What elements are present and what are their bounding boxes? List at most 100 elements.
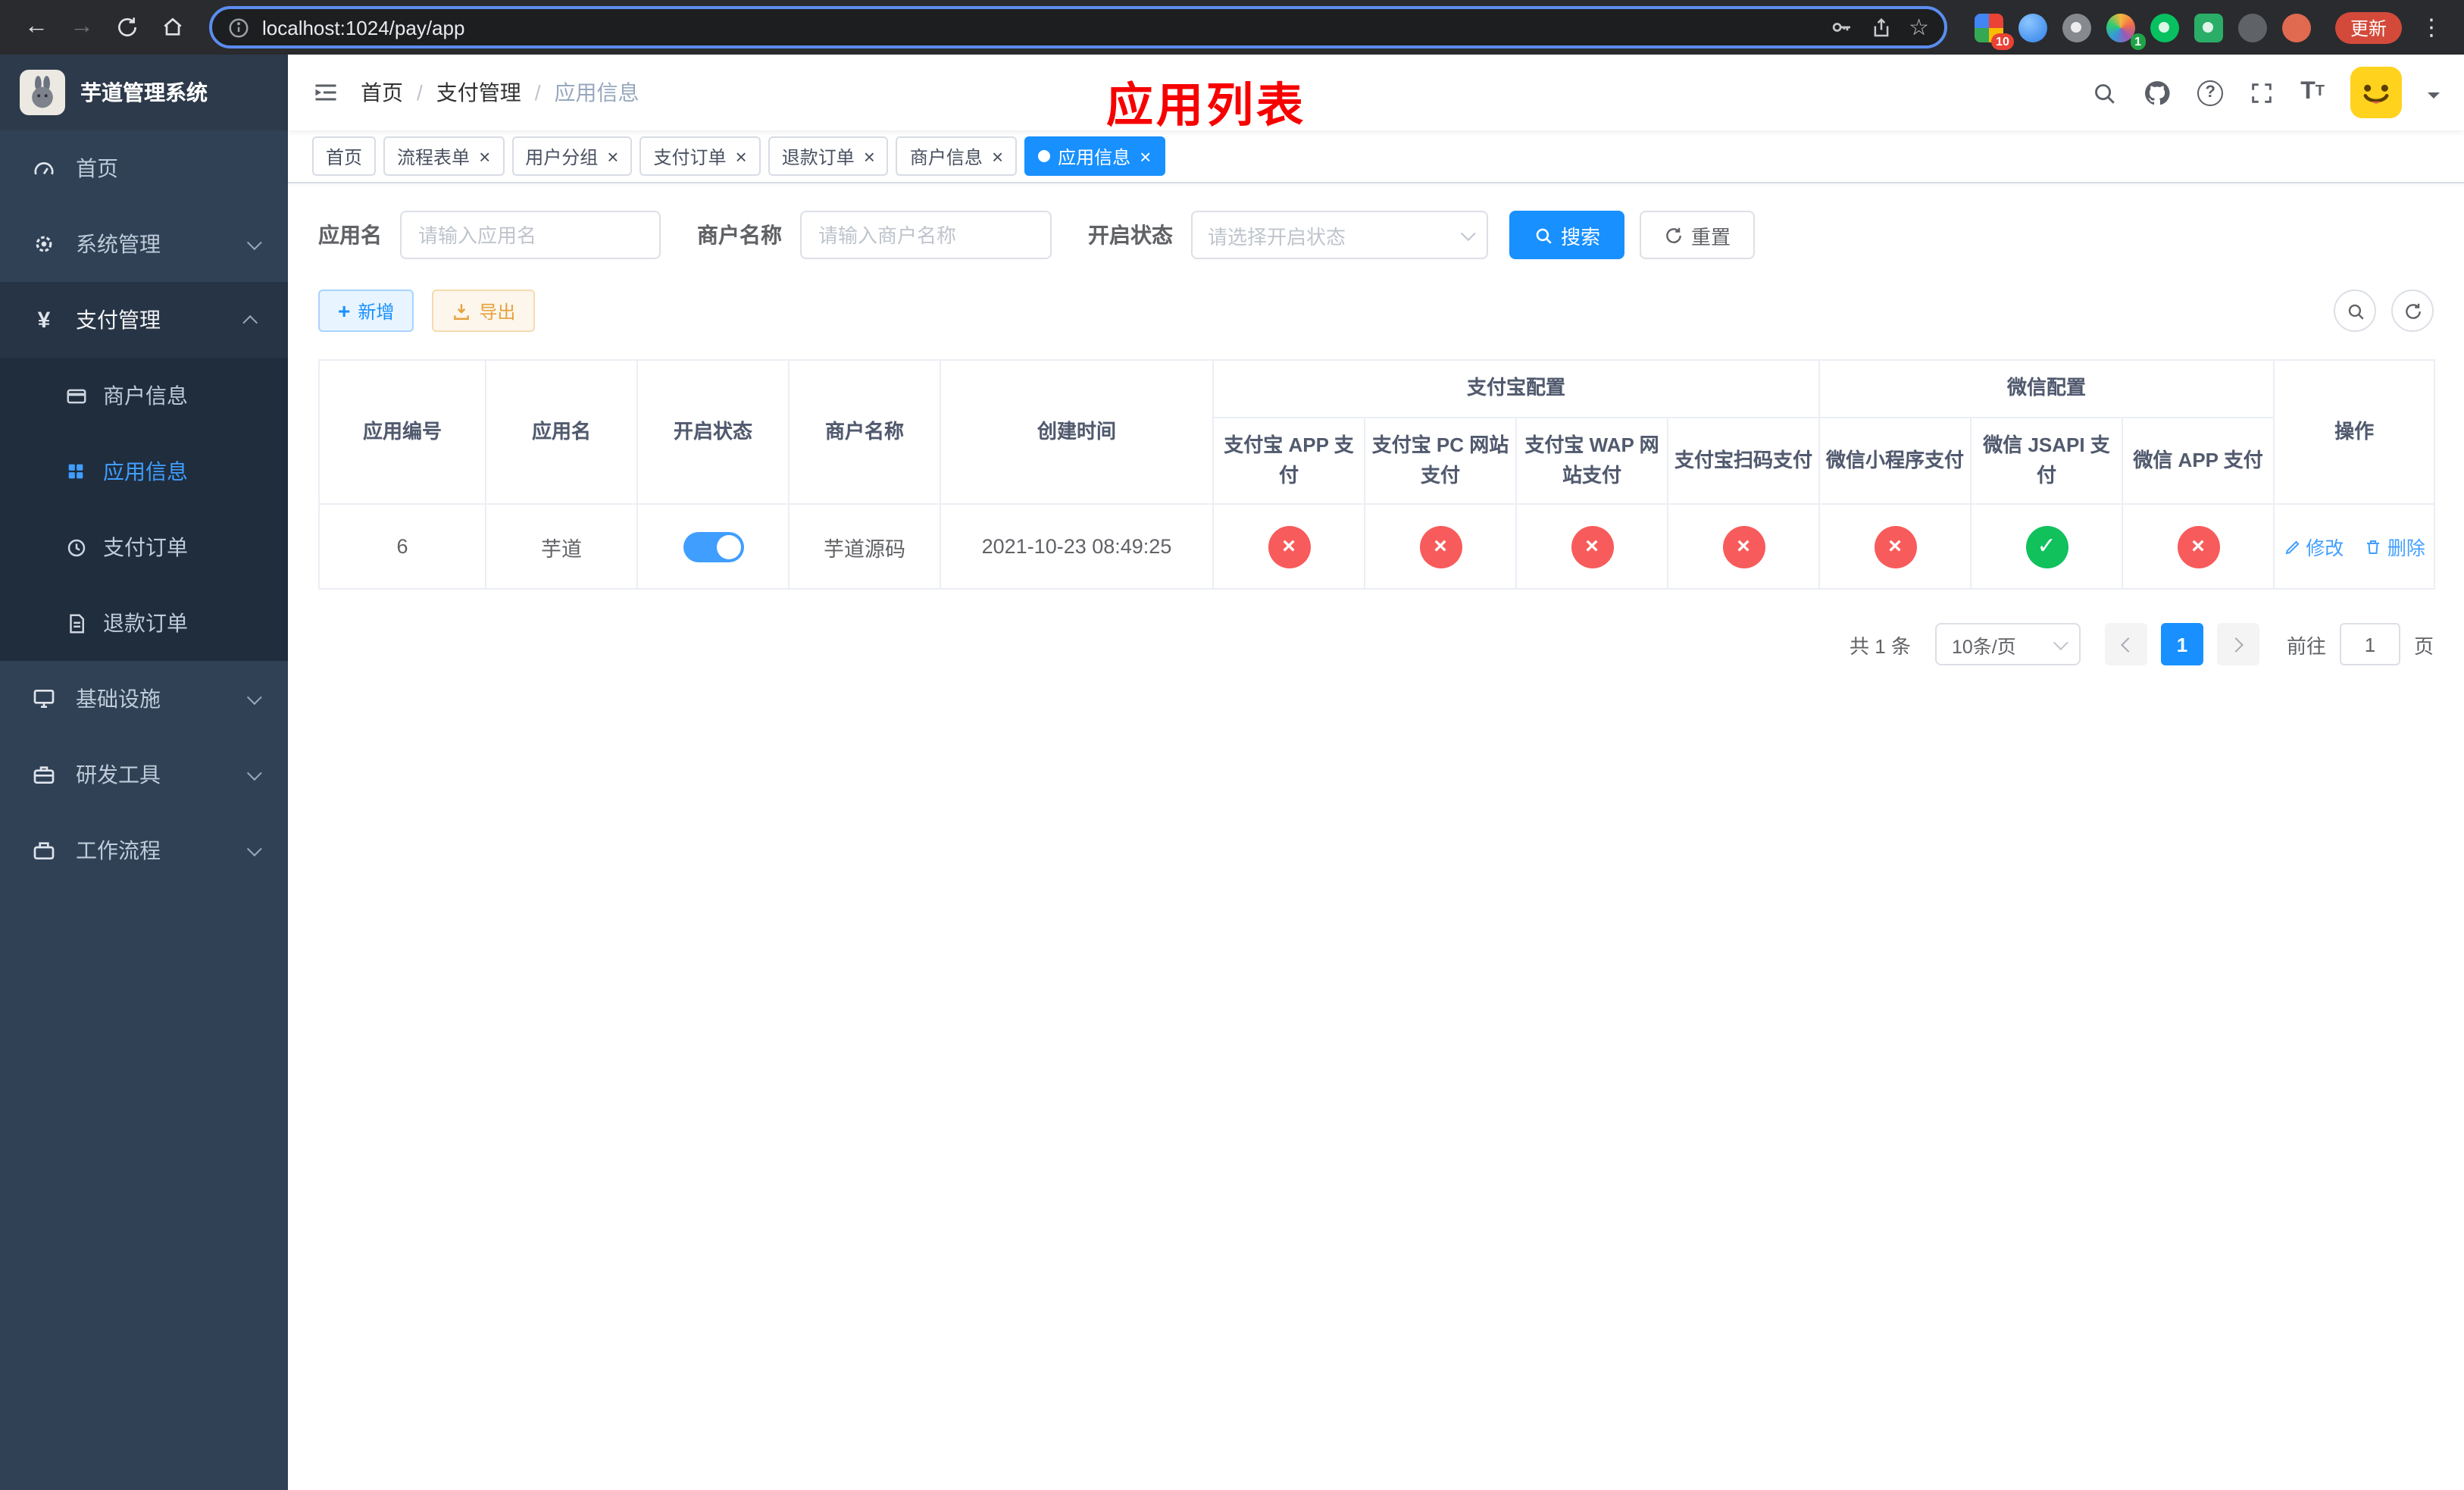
reload-icon[interactable] [106,6,149,49]
column-header: 支付宝 PC 网站支付 [1364,416,1517,506]
site-info-icon[interactable] [227,16,250,39]
goto-page-input[interactable] [2339,623,2400,666]
fullscreen-icon[interactable] [2249,80,2275,105]
github-icon[interactable] [2143,78,2172,107]
tab-label: 用户分组 [525,146,599,167]
sidebar-item-home[interactable]: 首页 [0,130,288,206]
tab-label: 退款订单 [781,146,855,167]
prev-page-button[interactable] [2104,623,2147,666]
status-label: 开启状态 [1088,223,1173,247]
tab-flow-form[interactable]: 流程表单 × [383,136,505,176]
back-icon[interactable]: ← [15,6,58,49]
extension-messenger-icon[interactable] [2194,13,2223,42]
close-icon[interactable]: × [736,146,747,166]
extension-puzzle-icon[interactable] [2237,13,2267,42]
tab-app-info[interactable]: 应用信息 × [1024,136,1165,176]
close-icon[interactable]: × [1140,146,1151,166]
home-icon[interactable] [152,6,194,49]
app-name-label: 应用名 [318,223,382,247]
sidebar-item-label: 支付管理 [76,308,161,332]
sidebar-item-merchant-info[interactable]: 商户信息 [0,358,288,434]
main-content: 首页 支付管理 应用信息 ? [288,55,2464,1490]
column-header: 开启状态 [636,358,790,506]
url-text[interactable]: localhost:1024/pay/app [262,16,1828,39]
sidebar-item-devtools[interactable]: 研发工具 [0,737,288,812]
share-icon[interactable] [1869,16,1892,39]
breadcrumb-separator [535,80,541,105]
extension-avatar-icon[interactable]: 1 [2106,13,2146,49]
chrome-update-button[interactable]: 更新 [2334,11,2402,43]
app-logo[interactable]: 芋道管理系统 [0,55,288,130]
next-page-button[interactable] [2216,623,2259,666]
sidebar: 芋道管理系统 首页 系统管理 ¥ 支付管理 商户信息 应用信息 支付订单 退款订… [0,55,288,1490]
extension-gray-icon[interactable] [2062,13,2091,42]
update-label: 更新 [2350,17,2387,39]
column-header: 支付宝 WAP 网站支付 [1515,416,1668,506]
status-select[interactable]: 请选择开启状态 [1191,211,1488,259]
edit-link-label: 修改 [2306,538,2344,560]
breadcrumb-payment[interactable]: 支付管理 [436,77,521,108]
toggle-search-button[interactable] [2334,290,2376,332]
user-avatar[interactable] [2350,67,2402,118]
extension-grid-icon[interactable]: 10 [1974,13,2014,49]
extension-glyph [2071,22,2082,33]
extension-profile-icon[interactable] [2281,13,2311,42]
tab-payment-orders[interactable]: 支付订单 × [639,136,761,176]
sidebar-item-refund-orders[interactable]: 退款订单 [0,585,288,661]
browser-toolbar: ← → localhost:1024/pay/app ☆ 10 1 更新 ⋮ [0,0,2464,55]
help-icon[interactable]: ? [2197,80,2224,105]
password-key-icon[interactable] [1828,15,1853,39]
tab-user-group[interactable]: 用户分组 × [511,136,633,176]
sidebar-item-workflow[interactable]: 工作流程 [0,812,288,888]
status-fail-icon: × [1874,525,1917,568]
forward-icon[interactable]: → [61,6,103,49]
breadcrumb-home[interactable]: 首页 [361,77,403,108]
refresh-table-button[interactable] [2391,290,2434,332]
sidebar-item-app-info[interactable]: 应用信息 [0,434,288,509]
reset-button[interactable]: 重置 [1640,211,1756,259]
tab-home[interactable]: 首页 [312,136,377,176]
extension-glyph [2203,22,2214,33]
extension-glyph [2159,22,2170,33]
edit-link[interactable]: 修改 [2283,533,2344,562]
search-button[interactable]: 搜索 [1509,211,1625,259]
sidebar-toggle-icon[interactable] [312,79,339,106]
add-button-label: 新增 [358,301,395,322]
close-icon[interactable]: × [479,146,490,166]
chevron-left-icon [2121,637,2136,653]
toolbar-right [2334,290,2434,332]
export-button[interactable]: 导出 [432,290,536,332]
chevron-down-icon [246,689,262,705]
add-button[interactable]: + 新增 [318,290,414,332]
caret-down-icon[interactable] [2428,92,2440,105]
pagination: 共 1 条 10条/页 1 前往 页 [288,590,2464,666]
delete-link[interactable]: 删除 [2365,533,2425,562]
toolbox-icon [30,762,58,787]
tab-refund-orders[interactable]: 退款订单 × [768,136,889,176]
font-size-icon[interactable]: TT [2300,80,2325,105]
active-tab-dot [1038,150,1051,162]
browser-menu-icon[interactable]: ⋮ [2414,14,2449,41]
sidebar-item-payment-orders[interactable]: 支付订单 [0,509,288,585]
address-bar[interactable]: localhost:1024/pay/app ☆ [209,6,1947,49]
close-icon[interactable]: × [864,146,875,166]
tab-merchant-info[interactable]: 商户信息 × [896,136,1018,176]
close-icon[interactable]: × [992,146,1003,166]
close-icon[interactable]: × [607,146,618,166]
page-size-select[interactable]: 10条/页 [1934,623,2081,666]
merchant-name-input[interactable] [800,211,1052,259]
extension-drop-icon[interactable] [2018,13,2047,42]
sidebar-item-payment[interactable]: ¥ 支付管理 [0,282,288,358]
column-header: 支付宝 APP 支付 [1212,416,1365,506]
tab-label: 支付订单 [653,146,727,167]
column-header: 微信 APP 支付 [2122,416,2275,506]
page-number-current[interactable]: 1 [2160,623,2203,666]
app-name-input[interactable] [400,211,661,259]
status-toggle[interactable] [683,531,743,562]
chevron-right-icon [2228,637,2244,653]
search-icon[interactable] [2091,80,2117,105]
sidebar-item-infrastructure[interactable]: 基础设施 [0,661,288,737]
sidebar-item-system[interactable]: 系统管理 [0,206,288,282]
extension-wechat-icon[interactable] [2150,13,2179,42]
bookmark-star-icon[interactable]: ☆ [1909,16,1929,39]
